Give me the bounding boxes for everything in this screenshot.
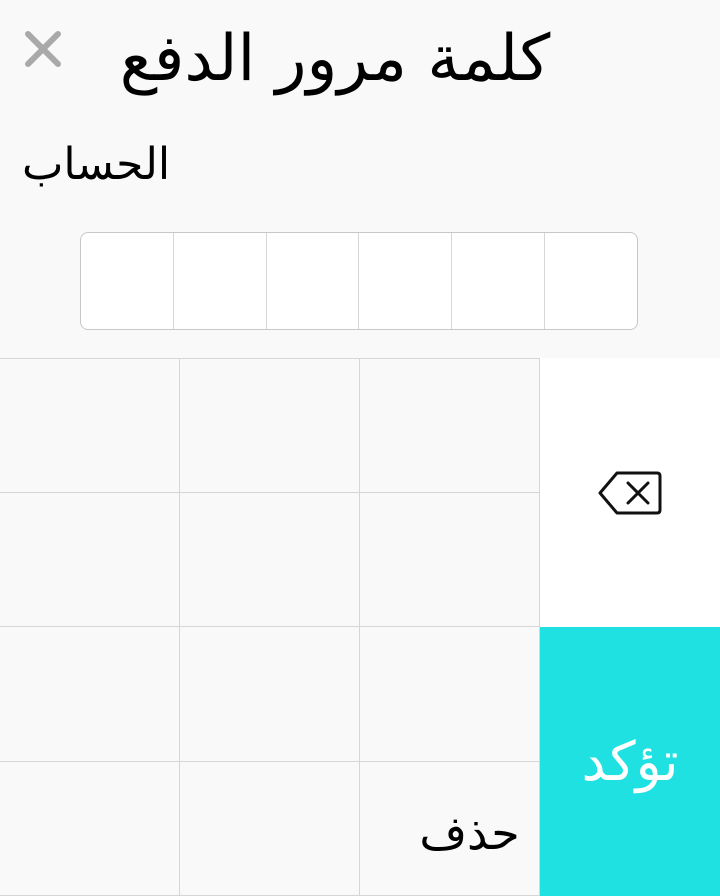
delete-label: حذف bbox=[419, 806, 520, 861]
pin-digit-3 bbox=[267, 233, 360, 329]
confirm-label: تؤكد bbox=[581, 730, 679, 793]
pin-digit-4 bbox=[359, 233, 453, 329]
keypad-key-r1-c1[interactable] bbox=[0, 358, 180, 493]
pin-digit-6 bbox=[545, 233, 637, 329]
keypad-key-r4-c1[interactable] bbox=[0, 761, 180, 896]
keypad-key-r3-c3[interactable] bbox=[360, 627, 540, 762]
keypad-key-r4-c2[interactable] bbox=[180, 761, 360, 896]
keypad-key-r3-c1[interactable] bbox=[0, 627, 180, 762]
keypad-key-r2-c1[interactable] bbox=[0, 492, 180, 627]
payment-password-header: كلمة مرور الدفع الحساب bbox=[0, 0, 720, 358]
backspace-icon bbox=[598, 471, 662, 514]
page-title: كلمة مرور الدفع bbox=[119, 22, 551, 96]
numeric-keypad: حذف تؤكد bbox=[0, 358, 720, 896]
pin-digit-1 bbox=[81, 233, 174, 329]
backspace-button[interactable] bbox=[540, 358, 720, 627]
keypad-key-r2-c2[interactable] bbox=[180, 492, 360, 627]
close-button[interactable] bbox=[20, 26, 66, 72]
keypad-key-r3-c2[interactable] bbox=[180, 627, 360, 762]
delete-button[interactable]: حذف bbox=[360, 761, 540, 896]
keypad-key-r1-c2[interactable] bbox=[180, 358, 360, 493]
keypad-key-r2-c3[interactable] bbox=[360, 492, 540, 627]
confirm-button[interactable]: تؤكد bbox=[540, 627, 720, 896]
pin-digit-5 bbox=[452, 233, 546, 329]
pin-digit-2 bbox=[174, 233, 267, 329]
pin-input[interactable] bbox=[80, 232, 638, 330]
keypad-key-r1-c3[interactable] bbox=[360, 358, 540, 493]
account-label: الحساب bbox=[22, 139, 171, 190]
close-icon bbox=[25, 31, 61, 67]
